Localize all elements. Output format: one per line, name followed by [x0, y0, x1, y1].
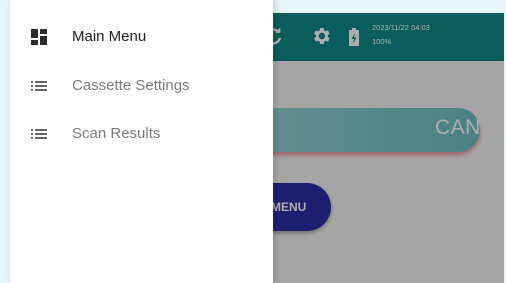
- navigation-drawer: Main Menu Cassette Settings Scan Results: [10, 0, 273, 283]
- drawer-item-label: Main Menu: [72, 28, 147, 45]
- list-icon: [30, 77, 48, 95]
- drawer-item-cassette-settings[interactable]: Cassette Settings: [10, 66, 273, 106]
- dashboard-icon: [30, 28, 48, 46]
- list-icon: [30, 125, 48, 143]
- drawer-item-label: Scan Results: [72, 125, 161, 142]
- drawer-item-main-menu[interactable]: Main Menu: [10, 17, 273, 57]
- drawer-item-scan-results[interactable]: Scan Results: [10, 114, 273, 154]
- drawer-item-label: Cassette Settings: [72, 77, 190, 94]
